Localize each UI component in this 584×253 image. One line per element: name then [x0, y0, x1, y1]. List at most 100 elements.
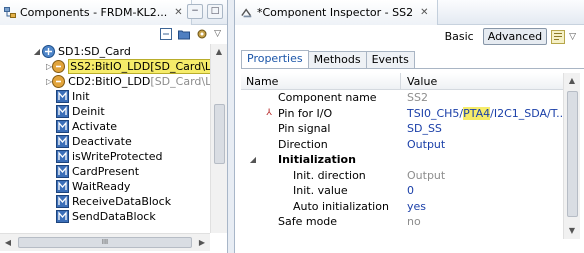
column-header-value[interactable]: Value: [401, 73, 563, 89]
tree-method-item[interactable]: Init: [0, 89, 210, 104]
open-folder-icon[interactable]: [178, 28, 191, 40]
pin-value-highlight: PTA4: [463, 106, 491, 120]
expand-icon[interactable]: ◢: [32, 47, 42, 56]
tree-method-item[interactable]: SendDataBlock: [0, 209, 210, 224]
scroll-left-icon[interactable]: ◀: [0, 234, 16, 251]
properties-table-header: Name Value: [241, 73, 563, 90]
bitio-component-icon: [52, 60, 66, 73]
property-name: Pin signal: [278, 122, 331, 136]
tree-method-item[interactable]: isWriteProtected: [0, 149, 210, 164]
collapse-icon[interactable]: ◢: [247, 155, 259, 164]
table-row[interactable]: Component name SS2: [241, 90, 563, 106]
property-value[interactable]: yes: [401, 200, 563, 213]
basic-mode-button[interactable]: Basic: [440, 28, 479, 45]
view-menu-icon[interactable]: ▽: [569, 32, 576, 42]
inspector-view-tab[interactable]: *Component Inspector - SS2 ✕: [235, 0, 438, 25]
method-icon: [56, 135, 69, 148]
tab-events[interactable]: Events: [365, 51, 415, 68]
settings-icon[interactable]: [196, 28, 208, 40]
scroll-up-icon[interactable]: ▲: [211, 44, 227, 60]
method-icon: [56, 180, 69, 193]
tree-label: CardPresent: [72, 165, 140, 178]
components-view: Components - FRDM-KL2... ✕ − □ ▽ ◢ SD1:S…: [0, 0, 228, 253]
tree-label: Deinit: [72, 105, 105, 118]
component-tree: ◢ SD1:SD_Card ▷ SS2:BitIO_LDD[SD_Card\LD…: [0, 44, 210, 233]
tree-label: WaitReady: [72, 180, 131, 193]
property-name: Safe mode: [278, 215, 338, 229]
help-icon[interactable]: [551, 29, 566, 44]
tree-label-main: SS2:BitIO_LDD: [70, 60, 151, 73]
tree-horizontal-scrollbar[interactable]: ◀ III ▶: [0, 233, 210, 251]
close-icon[interactable]: ✕: [420, 7, 428, 18]
components-view-icon: [4, 6, 16, 18]
tree-item-ss2[interactable]: ▷ SS2:BitIO_LDD[SD_Card\LDD: [0, 59, 210, 74]
view-menu-icon[interactable]: ▽: [214, 29, 221, 39]
tree-method-item[interactable]: CardPresent: [0, 164, 210, 179]
advanced-mode-button[interactable]: Advanced: [482, 28, 548, 45]
table-row-group[interactable]: ◢ Initialization: [241, 152, 563, 168]
property-name: Init. value: [293, 184, 348, 198]
property-value[interactable]: 0: [401, 184, 563, 197]
components-view-header: Components - FRDM-KL2... ✕ − □: [0, 0, 227, 25]
tree-method-item[interactable]: WaitReady: [0, 179, 210, 194]
tree-item-cd2[interactable]: ▷ CD2:BitIO_LDD[SD_Card\LD: [0, 74, 210, 89]
maximize-button[interactable]: □: [207, 4, 223, 19]
scroll-thumb[interactable]: [567, 91, 578, 217]
properties-vertical-scrollbar[interactable]: ▲ ▼: [563, 73, 580, 239]
property-value[interactable]: Output: [401, 169, 563, 182]
inspector-view-header: *Component Inspector - SS2 ✕: [235, 0, 584, 25]
tree-label: Deactivate: [72, 135, 132, 148]
tree-item-sd1[interactable]: ◢ SD1:SD_Card: [0, 44, 210, 59]
property-value[interactable]: SD_SS: [401, 122, 563, 135]
scroll-down-icon[interactable]: ▼: [564, 223, 580, 239]
scroll-thumb-grip[interactable]: III: [18, 237, 192, 248]
inspector-subtabs: Properties Methods Events: [241, 50, 415, 68]
tree-method-item[interactable]: Deinit: [0, 104, 210, 119]
tree-label-highlighted: SS2:BitIO_LDD[SD_Card\LDD: [68, 59, 210, 74]
sd-card-component-icon: [42, 45, 55, 58]
tree-label: ReceiveDataBlock: [72, 195, 172, 208]
property-value[interactable]: Output: [401, 138, 563, 151]
components-view-title: Components - FRDM-KL2...: [20, 6, 168, 19]
method-icon: [56, 120, 69, 133]
scroll-right-icon[interactable]: ▶: [194, 234, 210, 251]
tree-label: isWriteProtected: [72, 150, 163, 163]
component-inspector-view: *Component Inspector - SS2 ✕ Basic Advan…: [234, 0, 584, 253]
tree-vertical-scrollbar[interactable]: ▲: [210, 44, 227, 233]
components-toolbar: ▽: [160, 28, 221, 40]
property-value[interactable]: no: [401, 215, 563, 228]
inspector-view-title: *Component Inspector - SS2: [257, 6, 414, 19]
scroll-up-icon[interactable]: ▲: [564, 73, 580, 89]
tree-label-suffix: [SD_Card\LD: [150, 75, 210, 88]
property-value[interactable]: SS2: [401, 91, 563, 104]
scroll-thumb[interactable]: [214, 104, 225, 164]
tree-label: SD1:SD_Card: [58, 45, 131, 58]
tree-method-item[interactable]: Activate: [0, 119, 210, 134]
property-value[interactable]: TSI0_CH5/PTA4/I2C1_SDA/T...: [401, 106, 563, 120]
properties-table: Name Value Component name SS2 ⅄ Pin for …: [241, 73, 563, 239]
property-name: Init. direction: [293, 168, 366, 182]
tab-properties[interactable]: Properties: [241, 50, 309, 68]
tree-method-item[interactable]: ReceiveDataBlock: [0, 194, 210, 209]
pin-value-suffix: /I2C1_SDA/T...: [490, 106, 563, 120]
table-row[interactable]: ⅄ Pin for I/O TSI0_CH5/PTA4/I2C1_SDA/T..…: [241, 106, 563, 122]
table-row[interactable]: Auto initialization yes: [241, 199, 563, 215]
components-view-tab[interactable]: Components - FRDM-KL2... ✕: [0, 0, 192, 25]
table-row[interactable]: Init. direction Output: [241, 168, 563, 184]
close-icon[interactable]: ✕: [174, 7, 182, 18]
table-row[interactable]: Direction Output: [241, 137, 563, 153]
error-icon: ⅄: [266, 108, 272, 119]
method-icon: [56, 165, 69, 178]
method-icon: [56, 90, 69, 103]
tree-method-item[interactable]: Deactivate: [0, 134, 210, 149]
method-icon: [56, 210, 69, 223]
pin-value-prefix: TSI0_CH5/: [407, 106, 464, 120]
minimize-button[interactable]: −: [187, 4, 203, 19]
property-group-name: Initialization: [278, 153, 356, 167]
table-row[interactable]: Pin signal SD_SS: [241, 121, 563, 137]
table-row[interactable]: Safe mode no: [241, 214, 563, 230]
tab-methods[interactable]: Methods: [307, 51, 367, 68]
table-row[interactable]: Init. value 0: [241, 183, 563, 199]
collapse-all-icon[interactable]: [160, 28, 173, 40]
column-header-name[interactable]: Name: [241, 73, 401, 89]
